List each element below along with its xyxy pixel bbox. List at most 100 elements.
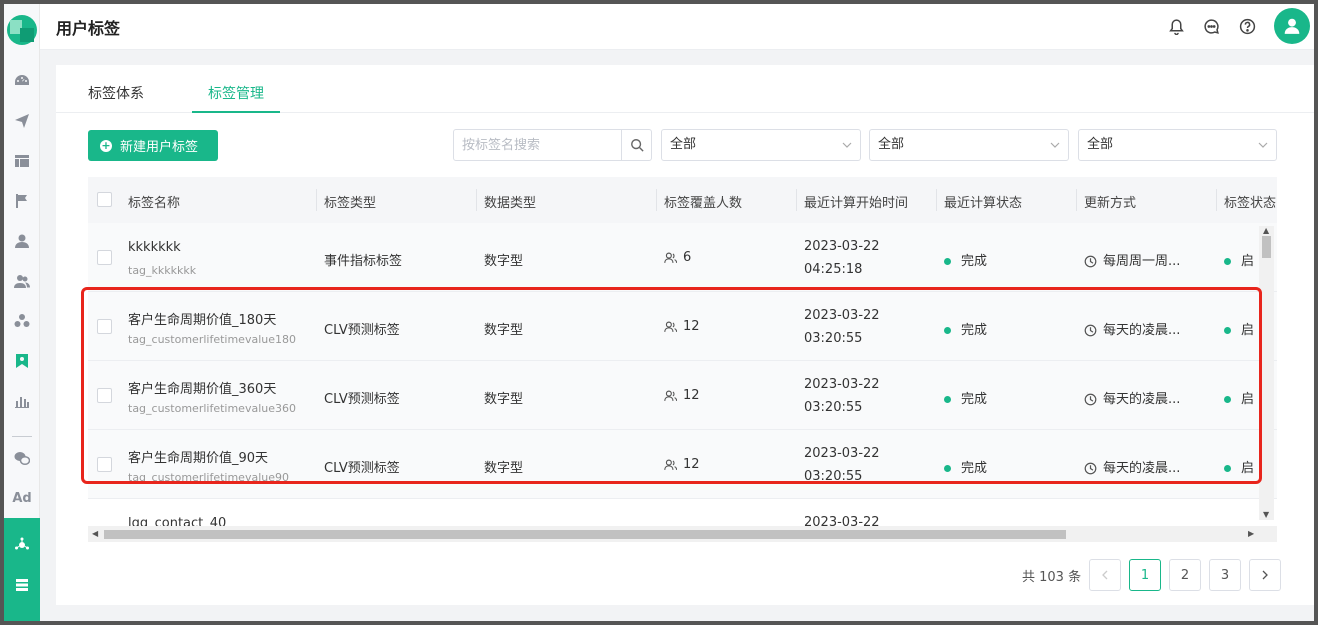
bell-icon[interactable] [1166,16,1186,36]
row-tag-state-text: 启 [1241,323,1255,338]
row-tag-state-text: 启 [1241,461,1255,476]
row-tag-name[interactable]: 客户生命周期价值_90天 [128,447,268,466]
search-button[interactable] [621,130,651,160]
users-icon[interactable] [11,270,33,292]
row-calc-date: 2023-03-22 [804,377,880,392]
row-tag-state[interactable]: 启 [1224,319,1254,338]
col-separator [656,189,657,211]
row-calc-date: 2023-03-22 [804,308,880,323]
row-coverage-count: 12 [683,457,700,472]
ad-label[interactable]: Ad [11,487,33,509]
filter-select-2[interactable]: 全部 [869,129,1069,161]
vertical-scrollbar[interactable]: ▲ ▼ [1259,226,1274,520]
filter-select-3[interactable]: 全部 [1078,129,1277,161]
row-tag-type: CLV预测标签 [324,323,400,338]
row-data-type: 数字型 [484,461,524,476]
next-page-button[interactable] [1249,559,1281,591]
page-button-1[interactable]: 1 [1129,559,1161,591]
tab-tag-management[interactable]: 标签管理 [208,83,264,103]
layout-icon[interactable] [11,150,33,172]
col-data-type[interactable]: 数据类型 [484,192,536,211]
tab-bar: 标签体系 标签管理 [56,65,1314,113]
row-coverage-count: 12 [683,388,700,403]
plus-icon: + [100,138,112,152]
row-tag-code: tag_kkkkkkk [128,264,197,277]
row-tag-state[interactable]: 启 [1224,388,1254,407]
tab-tag-system[interactable]: 标签体系 [88,83,144,103]
user-icon[interactable] [11,230,33,252]
row-checkbox[interactable] [97,250,112,265]
page-button-2[interactable]: 2 [1169,559,1201,591]
chevron-left-icon [1102,570,1108,580]
table-row[interactable]: kkkkkkk tag_kkkkkkk 事件指标标签 数字型 6 2023-03… [88,223,1277,292]
col-last-calc-status[interactable]: 最近计算状态 [944,192,1022,211]
table-row[interactable]: 客户生命周期价值_90天 tag_customerlifetimevalue90… [88,430,1277,499]
table-row[interactable]: 客户生命周期价值_360天 tag_customerlifetimevalue3… [88,361,1277,430]
col-last-calc-time[interactable]: 最近计算开始时间 [804,192,908,211]
status-dot [1224,465,1231,472]
row-tag-type: 事件指标标签 [324,254,403,269]
total-count: 共 103 条 [1022,570,1082,585]
chevron-down-icon [1258,142,1268,148]
group-icon[interactable] [11,310,33,332]
prev-page-button[interactable] [1089,559,1121,591]
col-separator [1076,189,1077,211]
horizontal-scrollbar[interactable]: ◀ ▶ [88,526,1277,542]
tag-search-input[interactable] [454,130,620,160]
table-row[interactable]: 客户生命周期价值_180天 tag_customerlifetimevalue1… [88,292,1277,361]
scroll-up-icon[interactable]: ▲ [1263,226,1269,235]
scroll-down-icon[interactable]: ▼ [1263,510,1269,519]
col-tag-type[interactable]: 标签类型 [324,192,376,211]
filter-select-1-value: 全部 [670,137,697,152]
people-icon [664,252,677,263]
help-icon[interactable] [1237,16,1257,36]
col-update-method[interactable]: 更新方式 [1084,192,1136,211]
row-checkbox[interactable] [97,319,112,334]
sidebar-divider [12,436,32,437]
col-tag-state[interactable]: 标签状态 [1224,192,1276,211]
flag-icon[interactable] [11,190,33,212]
select-all-checkbox[interactable] [97,192,112,207]
network-icon[interactable] [11,534,33,556]
people-icon [664,321,677,332]
row-calc-date: 2023-03-22 [804,239,880,254]
horizontal-scroll-thumb[interactable] [104,530,1066,539]
send-icon[interactable] [11,110,33,132]
bar-chart-icon[interactable] [11,390,33,412]
avatar[interactable] [1274,8,1310,44]
new-user-tag-button[interactable]: + 新建用户标签 [88,130,218,161]
row-tag-state[interactable]: 启 [1224,457,1254,476]
row-calc-status-text: 完成 [961,392,988,407]
user-tag-icon[interactable] [11,350,33,372]
row-tag-name[interactable]: kkkkkkk [128,240,181,255]
wechat-icon[interactable] [11,447,33,469]
row-calc-status-text: 完成 [961,461,988,476]
people-icon [664,390,677,401]
filter-select-2-value: 全部 [878,137,905,152]
row-tag-code: tag_customerlifetimevalue180 [128,333,296,346]
scroll-left-icon[interactable]: ◀ [92,529,98,538]
row-checkbox[interactable] [97,388,112,403]
row-update-method-text: 每天的凌晨... [1103,392,1181,407]
col-coverage[interactable]: 标签覆盖人数 [664,192,742,211]
row-update-method: 每周周一周... [1084,250,1180,269]
row-calc-status: 完成 [944,250,987,269]
row-tag-name[interactable]: 客户生命周期价值_180天 [128,309,276,328]
clock-icon [1084,255,1097,268]
row-tag-state[interactable]: 启 [1224,250,1254,269]
database-icon[interactable] [11,574,33,596]
row-calc-status-text: 完成 [961,323,988,338]
row-update-method: 每天的凌晨... [1084,319,1180,338]
app-logo[interactable] [6,14,38,46]
page-button-3[interactable]: 3 [1209,559,1241,591]
row-data-type: 数字型 [484,323,524,338]
dashboard-icon[interactable] [11,70,33,92]
row-checkbox[interactable] [97,457,112,472]
filter-select-1[interactable]: 全部 [661,129,861,161]
col-tag-name[interactable]: 标签名称 [128,192,180,211]
message-icon[interactable] [1201,16,1221,36]
vertical-scroll-thumb[interactable] [1262,236,1271,258]
scroll-right-icon[interactable]: ▶ [1248,529,1254,538]
user-avatar-icon [1284,18,1300,34]
row-tag-name[interactable]: 客户生命周期价值_360天 [128,378,276,397]
